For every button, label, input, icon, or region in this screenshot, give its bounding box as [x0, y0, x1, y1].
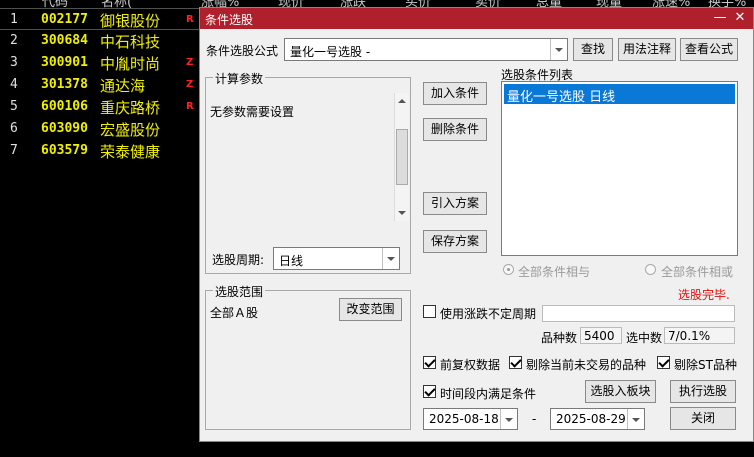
- find-button[interactable]: 查找: [573, 38, 613, 61]
- pre-adjust-checkbox[interactable]: [423, 356, 436, 369]
- minimize-icon[interactable]: —: [711, 9, 729, 27]
- exclude-st-checkbox[interactable]: [657, 356, 670, 369]
- selected-count-label: 选中数: [626, 331, 663, 345]
- chevron-down-icon[interactable]: [627, 409, 644, 429]
- col-name[interactable]: 名称(: [101, 0, 132, 8]
- stock-code: 300901: [41, 55, 88, 70]
- selected-count-value: 7/0.1%: [664, 327, 735, 344]
- formula-label: 条件选股公式: [206, 44, 279, 58]
- delete-condition-button[interactable]: 删除条件: [423, 118, 487, 141]
- scroll-down-icon[interactable]: [398, 211, 406, 215]
- row-index: 2: [10, 33, 18, 48]
- exclude-untraded-checkbox[interactable]: [509, 356, 522, 369]
- period-select[interactable]: 日线: [273, 247, 400, 270]
- range-title: 选股范围: [213, 283, 266, 300]
- stock-row[interactable]: 1 002177 御银股份 R: [0, 8, 200, 30]
- save-plan-button[interactable]: 保存方案: [423, 230, 487, 253]
- period-select-value: 日线: [279, 254, 304, 268]
- stock-name: 中石科技: [100, 33, 161, 51]
- change-range-button[interactable]: 改变范围: [339, 298, 402, 321]
- stock-name: 荣泰健康: [100, 143, 161, 161]
- row-index: 4: [10, 77, 18, 92]
- params-title: 计算参数: [213, 70, 266, 87]
- stock-name: 宏盛股份: [100, 121, 161, 139]
- scroll-thumb[interactable]: [396, 129, 408, 185]
- exclude-st-label[interactable]: 剔除ST品种: [674, 356, 737, 373]
- stock-code: 603090: [41, 121, 88, 136]
- radio-all-or[interactable]: [645, 264, 656, 275]
- stock-mark: Z: [186, 57, 194, 68]
- stock-code: 600106: [41, 99, 88, 114]
- stock-name: 中胤时尚: [100, 55, 161, 73]
- period-label: 选股周期:: [212, 253, 265, 267]
- pre-adjust-label[interactable]: 前复权数据: [440, 356, 500, 373]
- range-group: 选股范围 全部Ａ股 改变范围: [205, 283, 411, 430]
- condition-list-item[interactable]: 量化一号选股 日线: [504, 84, 735, 105]
- stock-list: 1 002177 御银股份 R 2 300684 中石科技 3 300901 中…: [0, 8, 200, 457]
- chevron-down-icon[interactable]: [500, 409, 517, 429]
- time-range-label[interactable]: 时间段内满足条件: [440, 385, 536, 402]
- stock-row[interactable]: 4 301378 通达海 Z: [0, 74, 200, 96]
- radio-all-and[interactable]: [503, 264, 514, 275]
- stock-code: 603579: [41, 143, 88, 158]
- formula-select[interactable]: 量化一号选股 -: [284, 38, 568, 61]
- exclude-untraded-label[interactable]: 剔除当前未交易的品种: [526, 356, 646, 373]
- variety-count-value: 5400: [580, 327, 622, 344]
- status-text: 选股完毕.: [678, 288, 730, 302]
- view-formula-button[interactable]: 查看公式: [680, 38, 738, 61]
- stock-code: 301378: [41, 77, 88, 92]
- row-index: 6: [10, 121, 18, 136]
- usage-notes-button[interactable]: 用法注释: [618, 38, 676, 61]
- row-index: 5: [10, 99, 18, 114]
- scroll-up-icon[interactable]: [398, 99, 406, 103]
- close-button[interactable]: 关闭: [670, 407, 736, 430]
- range-value: 全部Ａ股: [210, 306, 259, 320]
- chevron-down-icon[interactable]: [550, 39, 567, 60]
- row-index: 1: [10, 12, 18, 27]
- date-separator: -: [532, 412, 537, 426]
- date-end-picker[interactable]: 2025-08-29: [550, 408, 645, 430]
- date-start-value: 2025-08-18: [429, 412, 499, 426]
- formula-select-value: 量化一号选股 -: [290, 45, 371, 59]
- stock-mark: R: [186, 101, 194, 112]
- col-code[interactable]: 代码: [42, 0, 68, 8]
- time-range-checkbox[interactable]: [423, 385, 436, 398]
- uncertain-period-checkbox[interactable]: [423, 305, 436, 318]
- stock-row[interactable]: 2 300684 中石科技: [0, 30, 200, 52]
- stock-row[interactable]: 3 300901 中胤时尚 Z: [0, 52, 200, 74]
- row-index: 3: [10, 55, 18, 70]
- params-text: 无参数需要设置: [210, 105, 295, 119]
- radio-all-or-label[interactable]: 全部条件相或: [661, 263, 733, 280]
- execute-button[interactable]: 执行选股: [670, 380, 736, 403]
- date-end-value: 2025-08-29: [556, 412, 626, 426]
- radio-all-and-label[interactable]: 全部条件相与: [518, 263, 590, 280]
- uncertain-period-label[interactable]: 使用涨跌不定周期: [440, 305, 536, 322]
- params-group: 计算参数 无参数需要设置 选股周期: 日线: [205, 70, 411, 274]
- dialog-title: 条件选股: [205, 13, 254, 27]
- stock-name: 通达海: [100, 77, 146, 95]
- row-index: 7: [10, 143, 18, 158]
- close-icon[interactable]: ✕: [731, 9, 749, 27]
- uncertain-period-field[interactable]: [542, 305, 735, 322]
- chevron-down-icon[interactable]: [382, 248, 399, 269]
- import-plan-button[interactable]: 引入方案: [423, 192, 487, 215]
- stock-mark: Z: [186, 79, 194, 90]
- stock-name: 御银股份: [100, 12, 161, 30]
- add-condition-button[interactable]: 加入条件: [423, 82, 487, 105]
- stock-name: 重庆路桥: [100, 99, 161, 117]
- stock-row[interactable]: 6 603090 宏盛股份: [0, 118, 200, 140]
- dialog-titlebar[interactable]: 条件选股 — ✕: [200, 8, 753, 29]
- stock-code: 300684: [41, 33, 88, 48]
- stock-code: 002177: [41, 12, 88, 27]
- params-scrollbar[interactable]: [394, 93, 409, 221]
- variety-count-label: 品种数: [541, 331, 578, 345]
- stock-row[interactable]: 7 603579 荣泰健康: [0, 140, 200, 162]
- condition-stock-picker-dialog: 条件选股 — ✕ 条件选股公式 量化一号选股 - 查找 用法注释 查看公式 计算…: [199, 7, 754, 442]
- to-block-button[interactable]: 选股入板块: [585, 380, 656, 403]
- stock-row[interactable]: 5 600106 重庆路桥 R: [0, 96, 200, 118]
- date-start-picker[interactable]: 2025-08-18: [423, 408, 518, 430]
- condition-list[interactable]: 量化一号选股 日线: [501, 81, 738, 256]
- stock-mark: R: [186, 14, 194, 25]
